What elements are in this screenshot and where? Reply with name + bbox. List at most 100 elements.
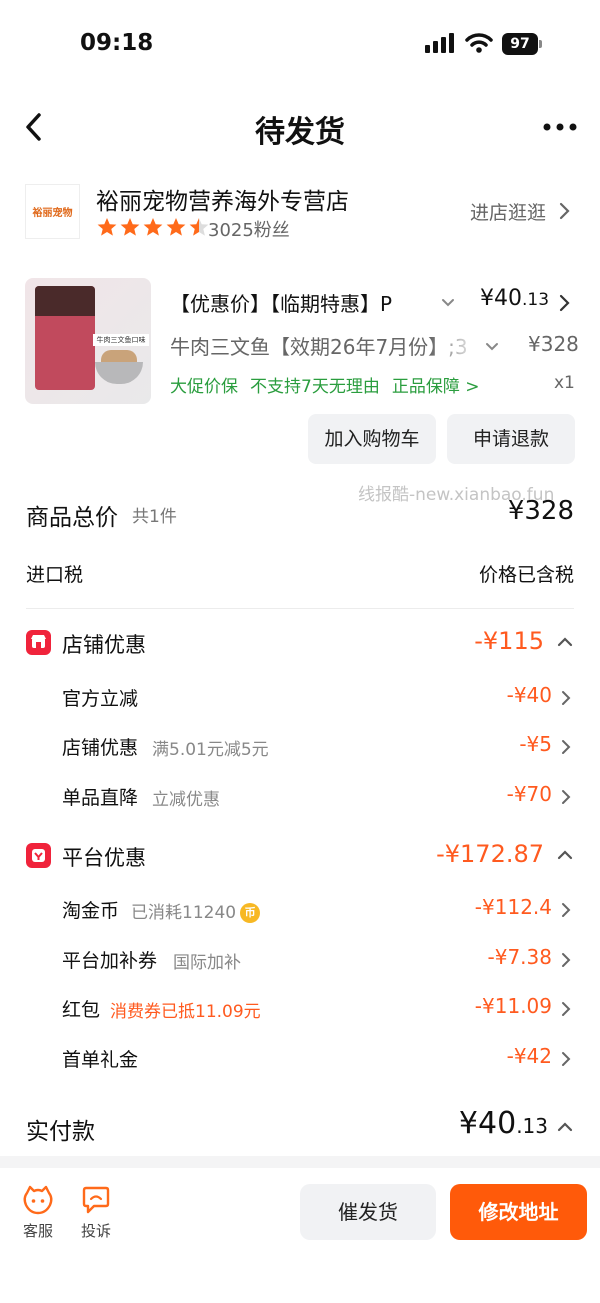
discount-item-label: 平台加补券 [62, 950, 158, 972]
chevron-right-icon[interactable] [560, 901, 572, 919]
discount-item-note: 立减优惠 [152, 790, 220, 810]
discount-item-value: -¥112.4 [474, 895, 552, 919]
store-discount-total: -¥115 [474, 627, 544, 655]
divider [26, 608, 574, 609]
product-quantity: x1 [554, 373, 575, 393]
amount-paid-row[interactable]: 实付款 ¥40.13 [0, 1106, 600, 1150]
star-icon [97, 218, 117, 236]
import-tax-label: 进口税 [26, 564, 84, 586]
chevron-right-icon[interactable] [556, 292, 572, 314]
discount-item-taojinbi[interactable]: 淘金币 已消耗11240 币 -¥112.4 [0, 894, 600, 926]
chevron-right-icon[interactable] [560, 951, 572, 969]
discount-item-store[interactable]: 店铺优惠 满5.01元减5元 -¥5 [0, 731, 600, 763]
visit-store-link[interactable]: 进店逛逛 [470, 198, 546, 225]
store-logo: 裕丽宠物 [25, 184, 80, 239]
complaint-icon [82, 1186, 110, 1214]
chevron-right-icon[interactable] [560, 1050, 572, 1068]
discount-item-value: -¥40 [506, 683, 552, 707]
chevron-right-icon[interactable] [556, 200, 572, 222]
wifi-icon [465, 33, 493, 53]
store-name[interactable]: 裕丽宠物营养海外专营店 [96, 182, 349, 216]
more-options-icon[interactable] [540, 109, 580, 145]
cellular-signal-icon [425, 33, 454, 53]
shop-icon [26, 630, 51, 655]
battery-icon: 97 [502, 33, 542, 55]
discount-item-label: 店铺优惠 [62, 737, 139, 759]
customer-service-button[interactable]: 客服 [18, 1184, 58, 1241]
chevron-up-icon[interactable] [556, 635, 574, 649]
chevron-down-icon[interactable] [440, 296, 456, 310]
import-tax-value: 价格已含税 [478, 564, 574, 586]
discount-item-note: 满5.01元减5元 [152, 740, 269, 760]
star-icon [120, 218, 140, 236]
discount-item-first-order[interactable]: 首单礼金 -¥42 [0, 1043, 600, 1075]
battery-level: 97 [502, 33, 538, 55]
chevron-right-icon[interactable] [560, 788, 572, 806]
change-address-button[interactable]: 修改地址 [450, 1184, 587, 1240]
discount-item-label: 淘金币 [62, 900, 120, 922]
discount-item-value: -¥11.09 [474, 994, 552, 1018]
discount-item-value: -¥7.38 [487, 945, 552, 969]
chevron-right-icon[interactable] [560, 689, 572, 707]
chevron-right-icon[interactable] [560, 738, 572, 756]
product-image-tag: 牛肉三文鱼口味 [93, 334, 149, 346]
discount-item-note: 消费券已抵11.09元 [110, 1002, 261, 1022]
guarantee-item[interactable]: 正品保障 > [392, 377, 480, 397]
goods-count: 共1件 [132, 507, 177, 527]
store-discount-label: 店铺优惠 [62, 633, 146, 657]
chevron-up-icon[interactable] [556, 848, 574, 862]
platform-discount-label: 平台优惠 [62, 846, 146, 870]
guarantee-list[interactable]: 大促价保 不支持7天无理由 正品保障 > [170, 372, 491, 397]
discount-item-value: -¥5 [519, 732, 552, 756]
amount-paid-label: 实付款 [26, 1119, 95, 1145]
goods-total-label: 商品总价 [26, 505, 118, 531]
product-variant[interactable]: 牛肉三文鱼【效期26年7月份】;3 [170, 331, 480, 360]
discount-item-official[interactable]: 官方立减 -¥40 [0, 682, 600, 714]
product-card[interactable]: 牛肉三文鱼口味 【优惠价】【临期特惠】P ¥40.13 牛肉三文鱼【效期26年7… [0, 276, 600, 466]
goods-total-row: 商品总价 共1件 ¥328 [0, 494, 600, 534]
platform-discount-header[interactable]: 平台优惠 -¥172.87 [0, 840, 600, 876]
chevron-up-icon[interactable] [556, 1120, 574, 1134]
discount-item-label: 首单礼金 [62, 1049, 139, 1071]
discount-item-platform-coupon[interactable]: 平台加补券 国际加补 -¥7.38 [0, 944, 600, 976]
add-to-cart-button[interactable]: 加入购物车 [308, 414, 436, 464]
customer-service-label: 客服 [22, 1222, 53, 1240]
request-refund-button[interactable]: 申请退款 [447, 414, 575, 464]
store-header[interactable]: 裕丽宠物 裕丽宠物营养海外专营店 3025粉丝 进店逛逛 [0, 178, 600, 248]
status-bar: 09:18 97 [0, 0, 600, 90]
half-star-icon [189, 218, 209, 236]
goods-total-value: ¥328 [507, 496, 574, 526]
nav-bar: 待发货 [0, 95, 600, 159]
platform-badge-icon [26, 843, 51, 868]
page-title: 待发货 [255, 115, 345, 150]
store-discount-header[interactable]: 店铺优惠 -¥115 [0, 627, 600, 663]
discount-item-value: -¥42 [506, 1044, 552, 1068]
bottom-action-bar: 客服 投诉 催发货 修改地址 [0, 1168, 600, 1303]
chevron-down-icon[interactable] [484, 340, 500, 354]
discount-item-label: 官方立减 [62, 688, 139, 710]
import-tax-row: 进口税 价格已含税 [0, 560, 600, 590]
customer-service-icon [23, 1185, 53, 1215]
discount-item-value: -¥70 [506, 782, 552, 806]
discount-item-label: 单品直降 [62, 787, 139, 809]
discount-item-single-drop[interactable]: 单品直降 立减优惠 -¥70 [0, 781, 600, 813]
divider [0, 1156, 600, 1168]
product-image[interactable]: 牛肉三文鱼口味 [25, 278, 151, 404]
chevron-right-icon[interactable] [560, 1000, 572, 1018]
product-original-price: ¥328 [528, 332, 579, 356]
discount-item-red-packet[interactable]: 红包 消费券已抵11.09元 -¥11.09 [0, 993, 600, 1025]
complaint-button[interactable]: 投诉 [76, 1184, 116, 1241]
status-time: 09:18 [80, 30, 154, 56]
star-icon [166, 218, 186, 236]
discount-item-note: 已消耗11240 币 [131, 898, 261, 923]
coin-icon: 币 [240, 903, 261, 923]
guarantee-item: 大促价保 [170, 377, 238, 397]
discount-item-label: 红包 [62, 999, 101, 1021]
complaint-label: 投诉 [80, 1222, 111, 1240]
platform-discount-total: -¥172.87 [436, 840, 544, 868]
guarantee-item: 不支持7天无理由 [250, 377, 380, 397]
discount-item-note: 国际加补 [173, 953, 241, 973]
amount-paid-value: ¥40.13 [458, 1106, 548, 1141]
urge-shipping-button[interactable]: 催发货 [300, 1184, 436, 1240]
product-title[interactable]: 【优惠价】【临期特惠】P [170, 288, 430, 317]
